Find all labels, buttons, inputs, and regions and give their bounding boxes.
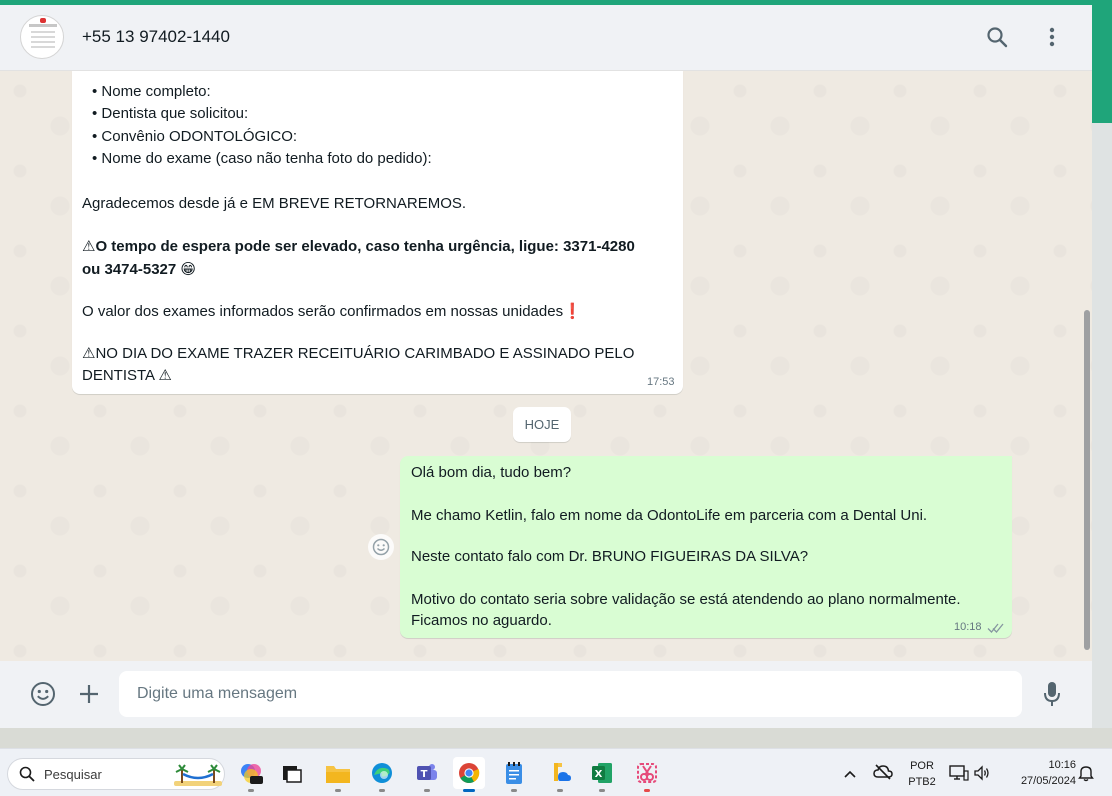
windows-taskbar: Pesquisar T X POR PTB2 10:16 27/05/2024 [0,748,1112,796]
beach-hammock-icon [174,763,222,792]
clock-time[interactable]: 10:16 [1000,759,1076,771]
message-composer: Digite uma mensagem [0,661,1092,728]
taskbar-notepad-icon[interactable] [498,757,530,792]
notification-bell-icon[interactable] [1078,764,1094,787]
message-line: ⚠NO DIA DO EXAME TRAZER RECEITUÁRIO CARI… [82,345,635,362]
message-line: DENTISTA ⚠ [82,367,172,384]
message-input-placeholder: Digite uma mensagem [137,685,298,702]
tray-network-icon[interactable] [949,764,969,787]
whatsapp-chat-window: +55 13 97402-1440 • Nome completo: • Den… [0,5,1092,728]
taskbar-task-view-icon[interactable] [276,757,308,789]
window-right-gutter [1092,123,1112,728]
taskbar-file-explorer-icon[interactable] [322,757,354,792]
message-line: O valor dos exames informados serão conf… [82,303,582,320]
taskbar-chrome-icon[interactable] [453,757,485,792]
window-right-accent [1092,5,1112,123]
svg-text:X: X [595,769,603,780]
message-line: • Nome completo: [92,83,211,100]
taskbar-search-label: Pesquisar [44,767,102,782]
message-line: ou 3474-5327 😁 [82,261,197,278]
message-line: Olá bom dia, tudo bem? [411,464,572,481]
message-line: ⚠O tempo de espera pode ser elevado, cas… [82,238,635,255]
message-line: Motivo do contato seria sobre validação … [411,591,961,608]
search-icon[interactable] [983,23,1011,51]
taskbar-snipping-tool-icon[interactable] [631,757,663,792]
svg-text:T: T [421,769,428,780]
keyboard-language-line2[interactable]: PTB2 [906,776,938,788]
taskbar-edge-icon[interactable] [366,757,398,792]
keyboard-language-line1[interactable]: POR [906,760,938,772]
emoji-reaction-icon[interactable] [368,534,394,560]
taskbar-search-box[interactable]: Pesquisar [7,758,225,790]
tray-chevron-up-icon[interactable] [843,766,857,784]
chat-header: +55 13 97402-1440 [0,5,1092,71]
message-input[interactable]: Digite uma mensagem [119,671,1022,717]
message-line: • Dentista que solicitou: [92,105,249,122]
message-timestamp: 17:53 [647,376,675,388]
double-check-icon [987,621,1005,639]
incoming-message-bubble[interactable]: • Nome completo: • Dentista que solicito… [72,71,683,394]
message-line: Me chamo Ketlin, falo em nome da OdontoL… [411,507,928,524]
message-line: Agradecemos desde já e EM BREVE RETORNAR… [82,195,467,212]
search-icon [19,766,35,787]
tray-cloud-offline-icon[interactable] [873,763,893,786]
tray-volume-icon[interactable] [973,764,991,787]
message-line: Ficamos no aguardo. [411,612,552,629]
message-line: • Nome do exame (caso não tenha foto do … [92,150,432,167]
taskbar-teams-icon[interactable]: T [411,757,443,792]
taskbar-onedrive-file-icon[interactable] [544,757,576,792]
message-line: Neste contato falo com Dr. BRUNO FIGUEIR… [411,548,809,565]
day-divider: HOJE [513,407,571,442]
contact-name[interactable]: +55 13 97402-1440 [82,27,230,47]
taskbar-copilot-icon[interactable] [235,757,267,792]
clock-date[interactable]: 27/05/2024 [1000,775,1076,787]
outgoing-message-bubble[interactable]: Olá bom dia, tudo bem? Me chamo Ketlin, … [400,456,1012,638]
emoji-icon[interactable] [28,679,58,709]
taskbar-excel-icon[interactable]: X [586,757,618,792]
microphone-icon[interactable] [1037,679,1067,709]
message-timestamp: 10:18 [954,621,982,633]
contact-avatar[interactable] [20,15,64,59]
chat-scrollbar[interactable] [1084,310,1090,650]
attach-plus-icon[interactable] [74,679,104,709]
message-line: • Convênio ODONTOLÓGICO: [92,128,298,145]
menu-kebab-icon[interactable] [1038,23,1066,51]
